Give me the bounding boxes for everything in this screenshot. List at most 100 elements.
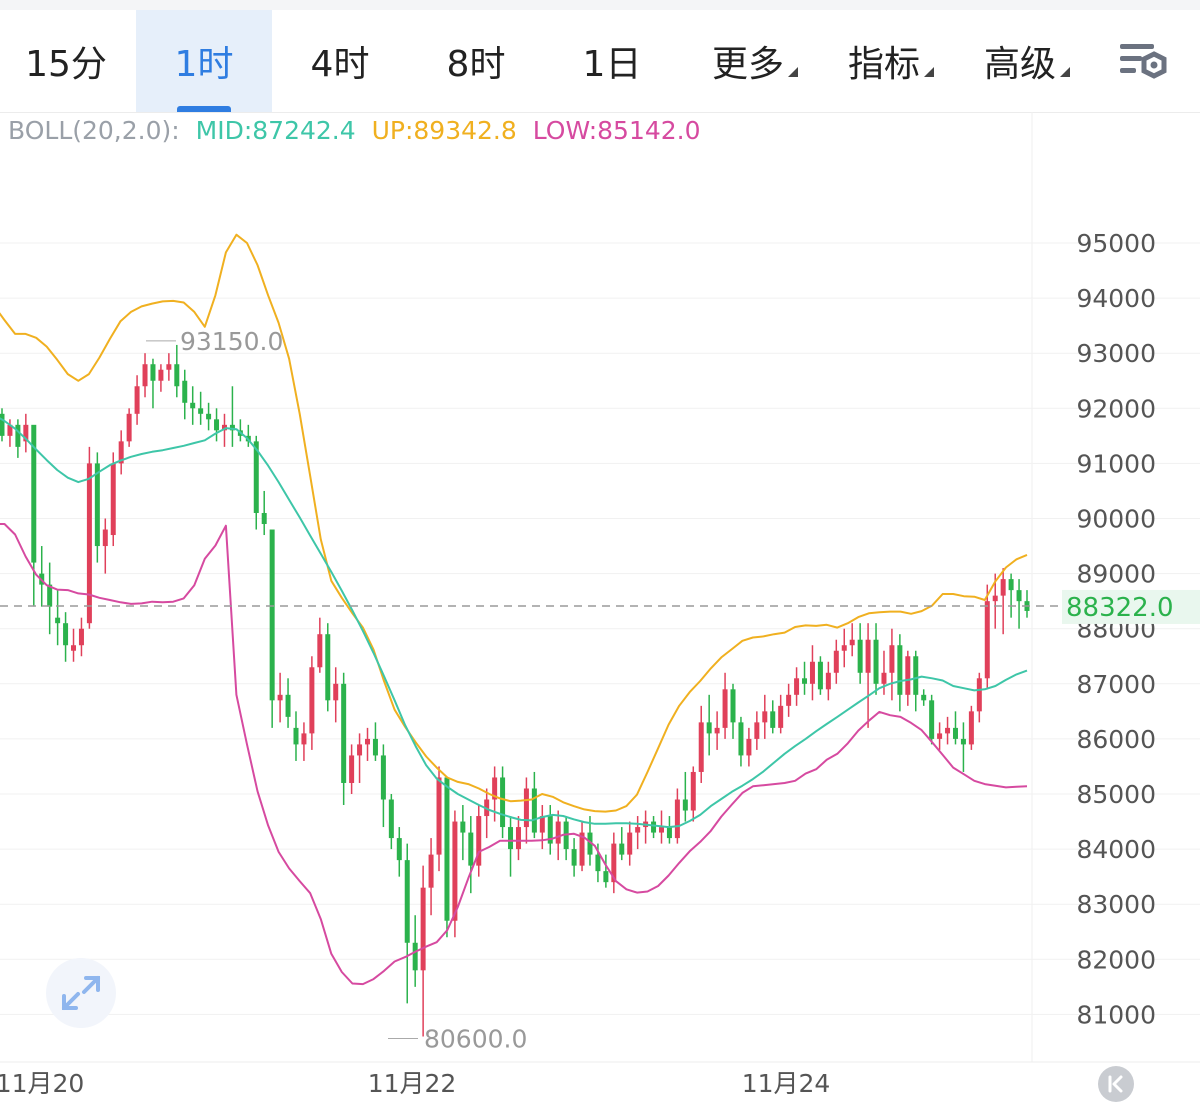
candle-body bbox=[682, 799, 688, 811]
candle-body bbox=[658, 827, 664, 833]
candle-body bbox=[277, 694, 283, 701]
candle-body bbox=[817, 661, 823, 690]
candle-body bbox=[150, 364, 156, 381]
candle bbox=[547, 805, 553, 855]
dropdown-triangle-icon bbox=[924, 67, 934, 77]
candle bbox=[349, 744, 355, 794]
candle bbox=[182, 369, 188, 420]
candlestick-chart[interactable]: 9500094000930009200091000900008900088000… bbox=[0, 112, 1200, 1101]
candle bbox=[166, 353, 172, 381]
tab-label: 1时 bbox=[174, 44, 234, 85]
candle bbox=[102, 518, 108, 574]
candle bbox=[150, 358, 156, 409]
candle bbox=[746, 727, 752, 767]
candle bbox=[357, 733, 363, 783]
candle bbox=[301, 722, 307, 761]
candle bbox=[881, 650, 887, 695]
candle bbox=[611, 832, 617, 894]
candle-body bbox=[293, 727, 299, 745]
candle-body bbox=[508, 827, 514, 850]
candle bbox=[71, 628, 77, 662]
candle bbox=[380, 744, 386, 828]
tab-8h[interactable]: 8时 bbox=[408, 10, 544, 112]
candle-body bbox=[523, 788, 529, 828]
candle bbox=[198, 391, 204, 425]
settings-button[interactable] bbox=[1112, 38, 1172, 88]
candle-body bbox=[778, 705, 784, 728]
candle bbox=[952, 711, 958, 745]
candle-body bbox=[666, 827, 672, 839]
candle-body bbox=[571, 849, 577, 866]
candle-body bbox=[762, 711, 768, 723]
candle bbox=[476, 805, 482, 877]
candle-body bbox=[126, 413, 132, 442]
tab-more[interactable]: 更多 bbox=[700, 10, 810, 112]
y-tick-label: 89000 bbox=[1076, 560, 1156, 589]
candle-body bbox=[15, 424, 21, 447]
tab-15min[interactable]: 15分 bbox=[0, 10, 132, 112]
candle bbox=[325, 623, 331, 712]
candle-body bbox=[174, 364, 180, 387]
candle bbox=[865, 623, 871, 728]
candle bbox=[309, 656, 315, 750]
min-price-label: 80600.0 bbox=[424, 1024, 527, 1053]
tab-1d[interactable]: 1日 bbox=[544, 10, 680, 112]
y-tick-label: 95000 bbox=[1076, 229, 1156, 258]
candle-body bbox=[635, 827, 641, 833]
boll-mid-line bbox=[0, 417, 1028, 829]
candle bbox=[484, 788, 490, 839]
candle bbox=[134, 375, 140, 425]
candle-body bbox=[1000, 579, 1006, 596]
candle bbox=[214, 408, 220, 442]
candle-body bbox=[976, 678, 982, 712]
candle bbox=[960, 722, 966, 772]
y-tick-label: 83000 bbox=[1076, 890, 1156, 919]
candle-body bbox=[841, 645, 847, 651]
candle-body bbox=[1008, 579, 1014, 591]
candle bbox=[968, 705, 974, 750]
candle bbox=[317, 617, 323, 673]
y-tick-label: 81000 bbox=[1076, 1000, 1156, 1029]
tab-1h[interactable]: 1时 bbox=[136, 10, 272, 112]
y-tick-label: 93000 bbox=[1076, 339, 1156, 368]
candle bbox=[269, 529, 275, 728]
candle-body bbox=[937, 733, 943, 739]
candle-body bbox=[1016, 590, 1022, 602]
tab-label: 高级 bbox=[983, 44, 1056, 85]
candle bbox=[86, 446, 92, 629]
candle-body bbox=[825, 672, 831, 690]
candle-body bbox=[0, 413, 5, 436]
tab-indicators[interactable]: 指标 bbox=[836, 10, 946, 112]
candle bbox=[1008, 573, 1014, 618]
candle bbox=[778, 694, 784, 734]
candle-body bbox=[515, 827, 521, 850]
candle-body bbox=[102, 529, 108, 547]
candle-body bbox=[714, 727, 720, 734]
candle bbox=[388, 794, 394, 850]
jump-to-latest-button[interactable] bbox=[1098, 1066, 1134, 1102]
y-tick-label: 94000 bbox=[1076, 284, 1156, 313]
candle bbox=[515, 816, 521, 861]
candle-body bbox=[770, 711, 776, 728]
candle-body bbox=[182, 380, 188, 403]
candle bbox=[579, 821, 585, 872]
candle bbox=[468, 816, 474, 894]
candle-body bbox=[984, 601, 990, 679]
candle-body bbox=[873, 639, 879, 684]
tab-advanced[interactable]: 高级 bbox=[972, 10, 1082, 112]
candle bbox=[539, 805, 545, 850]
candle-body bbox=[412, 942, 418, 971]
candle bbox=[372, 722, 378, 761]
candle bbox=[15, 419, 21, 458]
candle bbox=[0, 408, 5, 442]
candle bbox=[190, 386, 196, 425]
candle-body bbox=[722, 689, 728, 728]
candle bbox=[738, 716, 744, 767]
expand-button[interactable] bbox=[46, 958, 116, 1028]
candle bbox=[833, 639, 839, 684]
candle bbox=[500, 766, 506, 839]
candle-body bbox=[945, 727, 951, 734]
candle-body bbox=[388, 799, 394, 839]
candle bbox=[523, 777, 529, 844]
tab-4h[interactable]: 4时 bbox=[272, 10, 408, 112]
